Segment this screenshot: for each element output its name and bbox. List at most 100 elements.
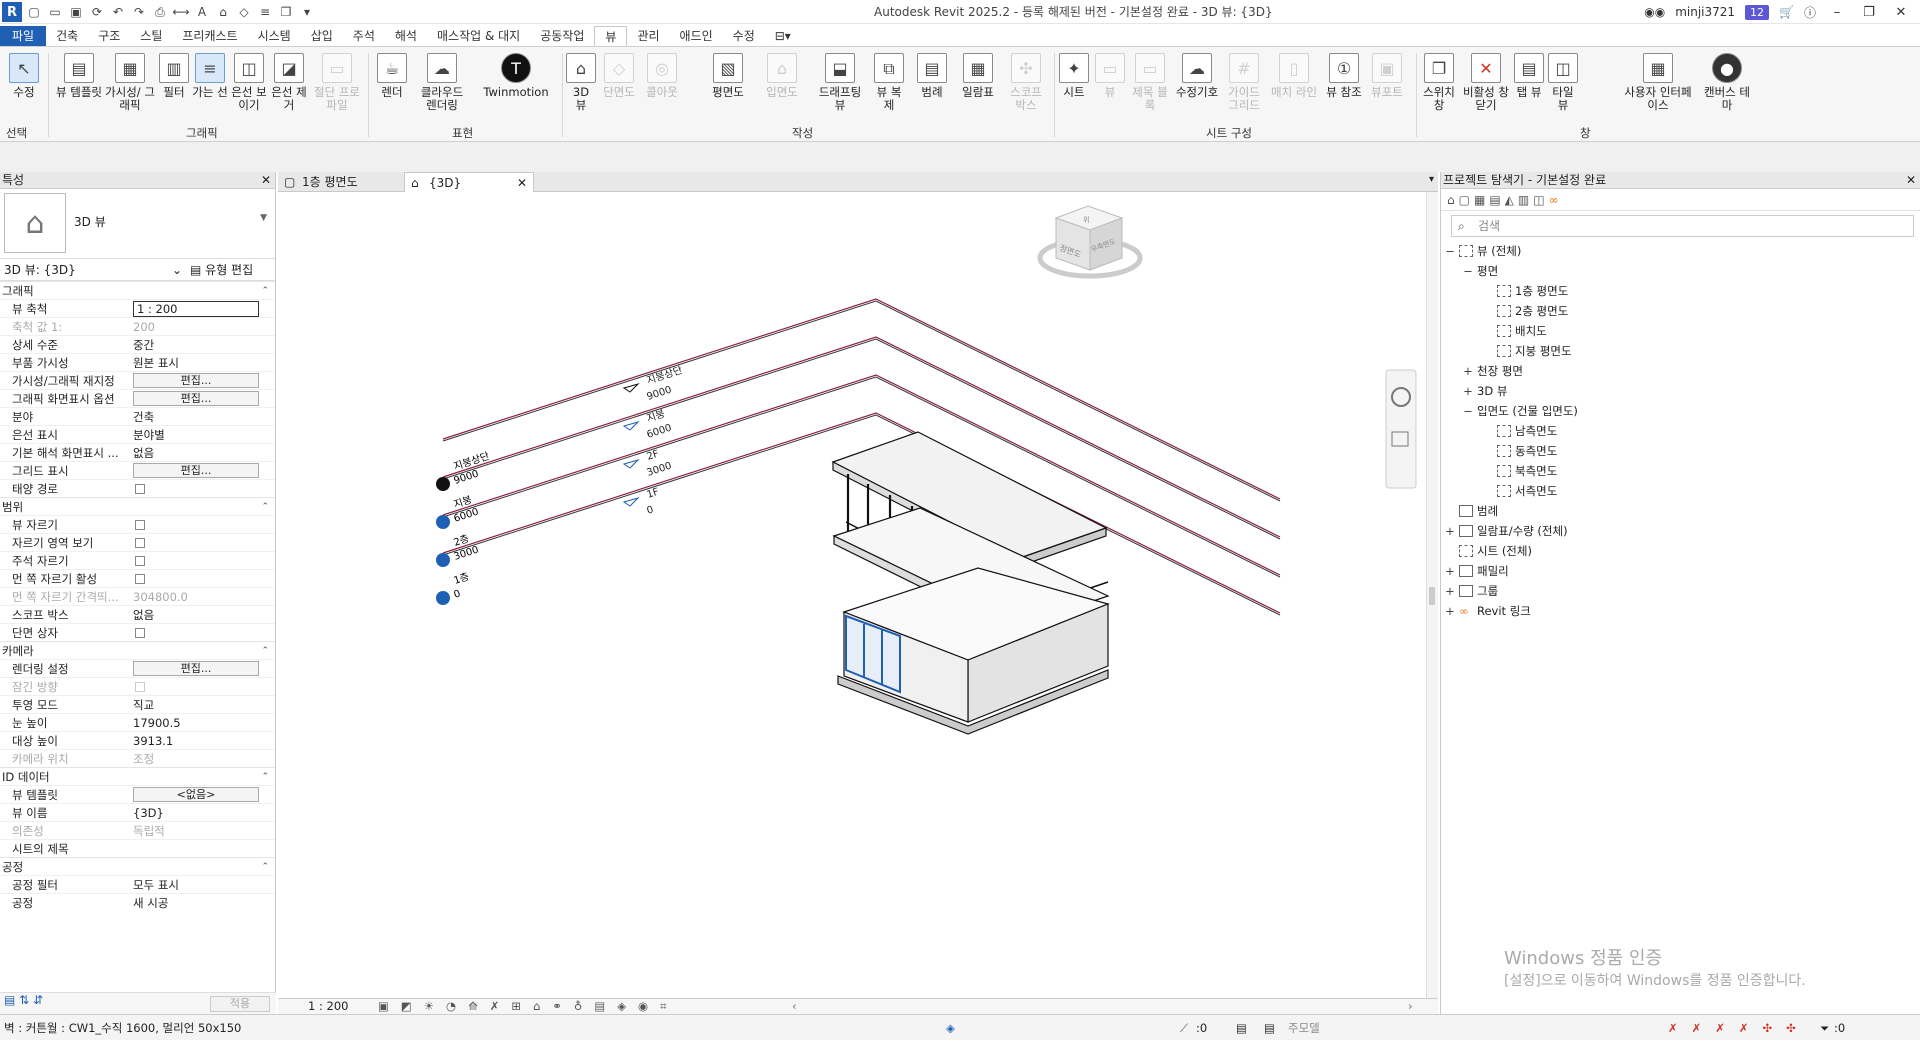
instance-filter[interactable]: 3D 뷰: {3D} ⌄ ▤ 유형 편집 <box>0 259 275 281</box>
tree-node[interactable]: − 평면 <box>1441 261 1920 281</box>
show-hidden-lines-button[interactable]: ◫ 은선 보이기 <box>230 53 268 112</box>
duplicate-view-button[interactable]: ⧉ 뷰 복제 <box>872 53 906 112</box>
group-camera[interactable]: 카메라 ⌃ <box>0 641 275 659</box>
tree-node[interactable]: − 입면도 (건물 입면도) <box>1441 401 1920 421</box>
twinmotion-button[interactable]: T Twinmotion <box>476 53 556 99</box>
3d-canvas[interactable]: 지붕상단 9000 지붕 6000 2층 3000 1층 0 지붕상단 9000… <box>278 192 1426 998</box>
level-heads-mid[interactable] <box>622 382 640 507</box>
tree-node[interactable]: 동측면도 <box>1441 441 1920 461</box>
edit-button[interactable]: 편집... <box>133 661 259 676</box>
tree-node[interactable]: + 일람표/수량 (전체) <box>1441 521 1920 541</box>
tab-annotate[interactable]: 주석 <box>343 26 385 46</box>
tab-collaborate[interactable]: 공동작업 <box>530 26 594 46</box>
filter-icon[interactable]: ⏷ <box>1820 1015 1829 1040</box>
callout-button[interactable]: ◎ 콜아웃 <box>642 53 682 99</box>
tree-node[interactable]: 서측면도 <box>1441 481 1920 501</box>
select-panel-label[interactable]: 선택 <box>6 125 27 141</box>
section-box-checkbox[interactable] <box>135 628 145 638</box>
collapse-icon[interactable]: ⌃ <box>261 768 269 786</box>
home-icon[interactable]: ⌂ <box>1447 193 1455 207</box>
text-icon[interactable]: A <box>193 3 211 21</box>
tab-steel[interactable]: 스틸 <box>130 26 172 46</box>
level-head-roof-top[interactable] <box>436 477 450 491</box>
level-head-2f[interactable] <box>436 553 450 567</box>
tree-node[interactable]: 북측면도 <box>1441 461 1920 481</box>
viewports-button[interactable]: ▣ 뷰포트 <box>1366 53 1408 99</box>
level-marker-roof[interactable] <box>622 420 640 431</box>
group-icon[interactable]: ◫ <box>1533 193 1544 207</box>
save-icon[interactable]: ▣ <box>67 3 85 21</box>
group-phasing[interactable]: 공정 ⌃ <box>0 857 275 875</box>
view-reference-button[interactable]: ①뷰 참조 <box>1326 53 1362 99</box>
edit-button[interactable]: 편집... <box>133 463 259 478</box>
binoculars-icon[interactable]: ◉◉ <box>1644 5 1665 19</box>
guide-grid-button[interactable]: # 가이드 그리드 <box>1224 53 1264 112</box>
tab-architecture[interactable]: 건축 <box>46 26 88 46</box>
ribbon-toggle-icon[interactable]: ⊟▾ <box>765 26 801 46</box>
level-heads-left[interactable]: 지붕상단 9000 지붕 6000 2층 3000 1층 0 <box>436 450 491 605</box>
legends-button[interactable]: ▤ 범례 <box>912 53 952 99</box>
close-window-button[interactable]: ✕ <box>1890 5 1912 20</box>
annotation-crop-checkbox[interactable] <box>135 556 145 566</box>
tree-node[interactable]: + 그룹 <box>1441 581 1920 601</box>
matchline-button[interactable]: ▯ 매치 라인 <box>1266 53 1322 99</box>
tab-menu-icon[interactable]: ▾ <box>1429 174 1434 185</box>
scroll-right-icon[interactable]: › <box>1408 999 1413 1013</box>
view-template-button[interactable]: ▤ 뷰 템플릿 <box>56 53 102 99</box>
active-model[interactable]: 주모델 <box>1288 1015 1320 1040</box>
tree-node[interactable]: 1층 평면도 <box>1441 281 1920 301</box>
tab-view[interactable]: 뷰 <box>594 26 628 46</box>
level-marker-roof-top[interactable] <box>622 382 640 393</box>
tree-node[interactable]: + 천장 평면 <box>1441 361 1920 381</box>
navigation-bar[interactable] <box>1385 369 1417 489</box>
restore-button[interactable]: ❐ <box>1858 5 1880 20</box>
cut-profile-button[interactable]: ▭ 절단 프로파일 <box>310 53 364 112</box>
tree-node[interactable]: 남측면도 <box>1441 421 1920 441</box>
place-view-button[interactable]: ▭ 뷰 <box>1094 53 1126 99</box>
model-icon[interactable]: ▤ <box>1236 1015 1247 1040</box>
user-account[interactable]: minji3721 <box>1675 5 1735 19</box>
view-scale-field[interactable]: 1 : 200 <box>133 301 259 317</box>
tab-addins[interactable]: 애드인 <box>670 26 723 46</box>
model-icon-2[interactable]: ▤ <box>1264 1015 1275 1040</box>
sync-icon[interactable]: ⟳ <box>88 3 106 21</box>
tree-node[interactable]: + ∞ Revit 링크 <box>1441 601 1920 621</box>
level-head-roof[interactable] <box>436 515 450 529</box>
tree-node[interactable]: 배치도 <box>1441 321 1920 341</box>
measure-icon[interactable]: ⟷ <box>172 3 190 21</box>
tab-analyze[interactable]: 해석 <box>385 26 427 46</box>
sheet-button[interactable]: ✦ 시트 <box>1058 53 1090 99</box>
tab-file[interactable]: 파일 <box>0 26 47 46</box>
scope-box-button[interactable]: ✣ 스코프 박스 <box>1004 53 1048 112</box>
view-scale[interactable]: 1 : 200 <box>308 999 348 1013</box>
redo-icon[interactable]: ↷ <box>130 3 148 21</box>
notification-badge[interactable]: 12 <box>1745 4 1770 20</box>
3d-view-button[interactable]: ⌂ 3D 뷰 <box>566 53 596 112</box>
tab-systems[interactable]: 시스템 <box>248 26 301 46</box>
type-selector[interactable]: ⌂ 3D 뷰 ▼ <box>0 189 275 259</box>
tab-structure[interactable]: 구조 <box>88 26 130 46</box>
tree-node[interactable]: 지붕 평면도 <box>1441 341 1920 361</box>
section-button[interactable]: ◇ 단면도 <box>598 53 640 99</box>
minimize-button[interactable]: – <box>1826 5 1848 20</box>
selection-toggle-icons[interactable]: ✗✗✗✗✣✣ <box>1668 1015 1810 1040</box>
crop-view-checkbox[interactable] <box>135 520 145 530</box>
section-icon[interactable]: ◇ <box>235 3 253 21</box>
new-icon[interactable]: ▢ <box>25 3 43 21</box>
revit-logo-icon[interactable]: R <box>2 2 22 22</box>
sheet-icon[interactable]: ▥ <box>1518 193 1529 207</box>
view-control-icons[interactable]: ▣◩☀◔⟰✗⊞⌂⚭♁▤◈◉⌗ <box>378 999 679 1014</box>
user-interface-button[interactable]: ▦ 사용자 인터페이스 <box>1620 53 1696 112</box>
title-block-button[interactable]: ▭ 제목 블록 <box>1130 53 1170 112</box>
close-icon[interactable]: ✕ <box>1906 172 1916 189</box>
close-icon[interactable]: ✕ <box>261 172 271 189</box>
switch-windows-button[interactable]: ❐ 스위치 창 <box>1420 53 1458 112</box>
remove-hidden-lines-button[interactable]: ◪ 은선 제거 <box>270 53 308 112</box>
apply-button[interactable]: 적용 <box>210 996 270 1012</box>
far-clip-checkbox[interactable] <box>135 574 145 584</box>
link-icon[interactable]: ∞ <box>1549 193 1559 207</box>
edit-button[interactable]: 편집... <box>133 391 259 406</box>
home-3d-icon[interactable]: ⌂ <box>214 3 232 21</box>
chevron-down-icon[interactable]: ▼ <box>260 213 267 223</box>
view-template-field[interactable]: <없음> <box>133 787 259 802</box>
